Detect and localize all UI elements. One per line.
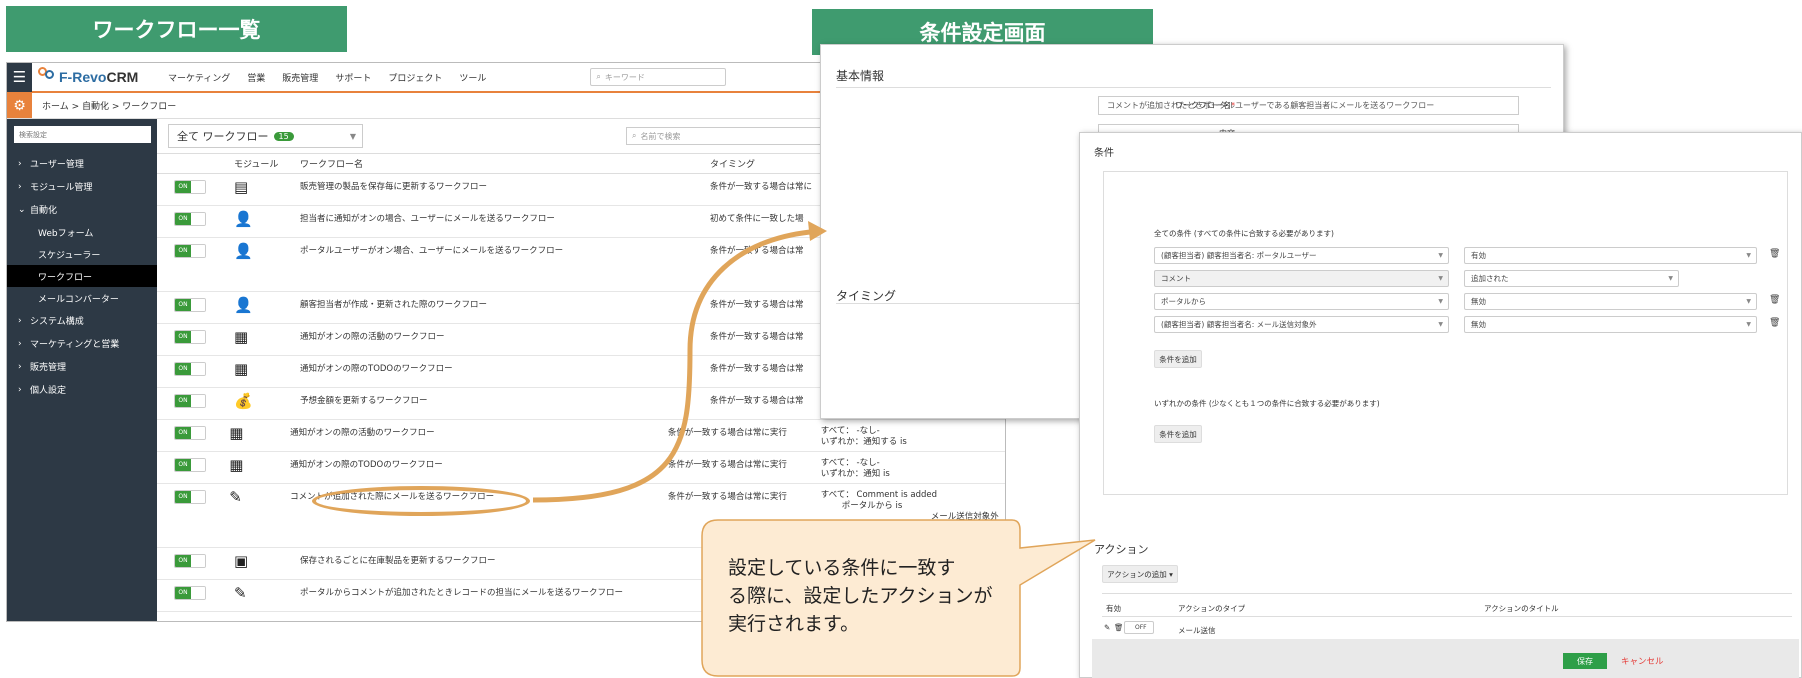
callout-line-2: る際に、設定したアクションが	[728, 585, 993, 607]
callout-line-1: 設定している条件に一致す	[728, 557, 956, 579]
connector-arrow-line	[532, 229, 811, 503]
callout-text: 設定している条件に一致す る際に、設定したアクションが 実行されます。	[728, 554, 1028, 638]
callout-line-3: 実行されます。	[728, 613, 860, 635]
arrow-head-icon	[808, 221, 827, 241]
